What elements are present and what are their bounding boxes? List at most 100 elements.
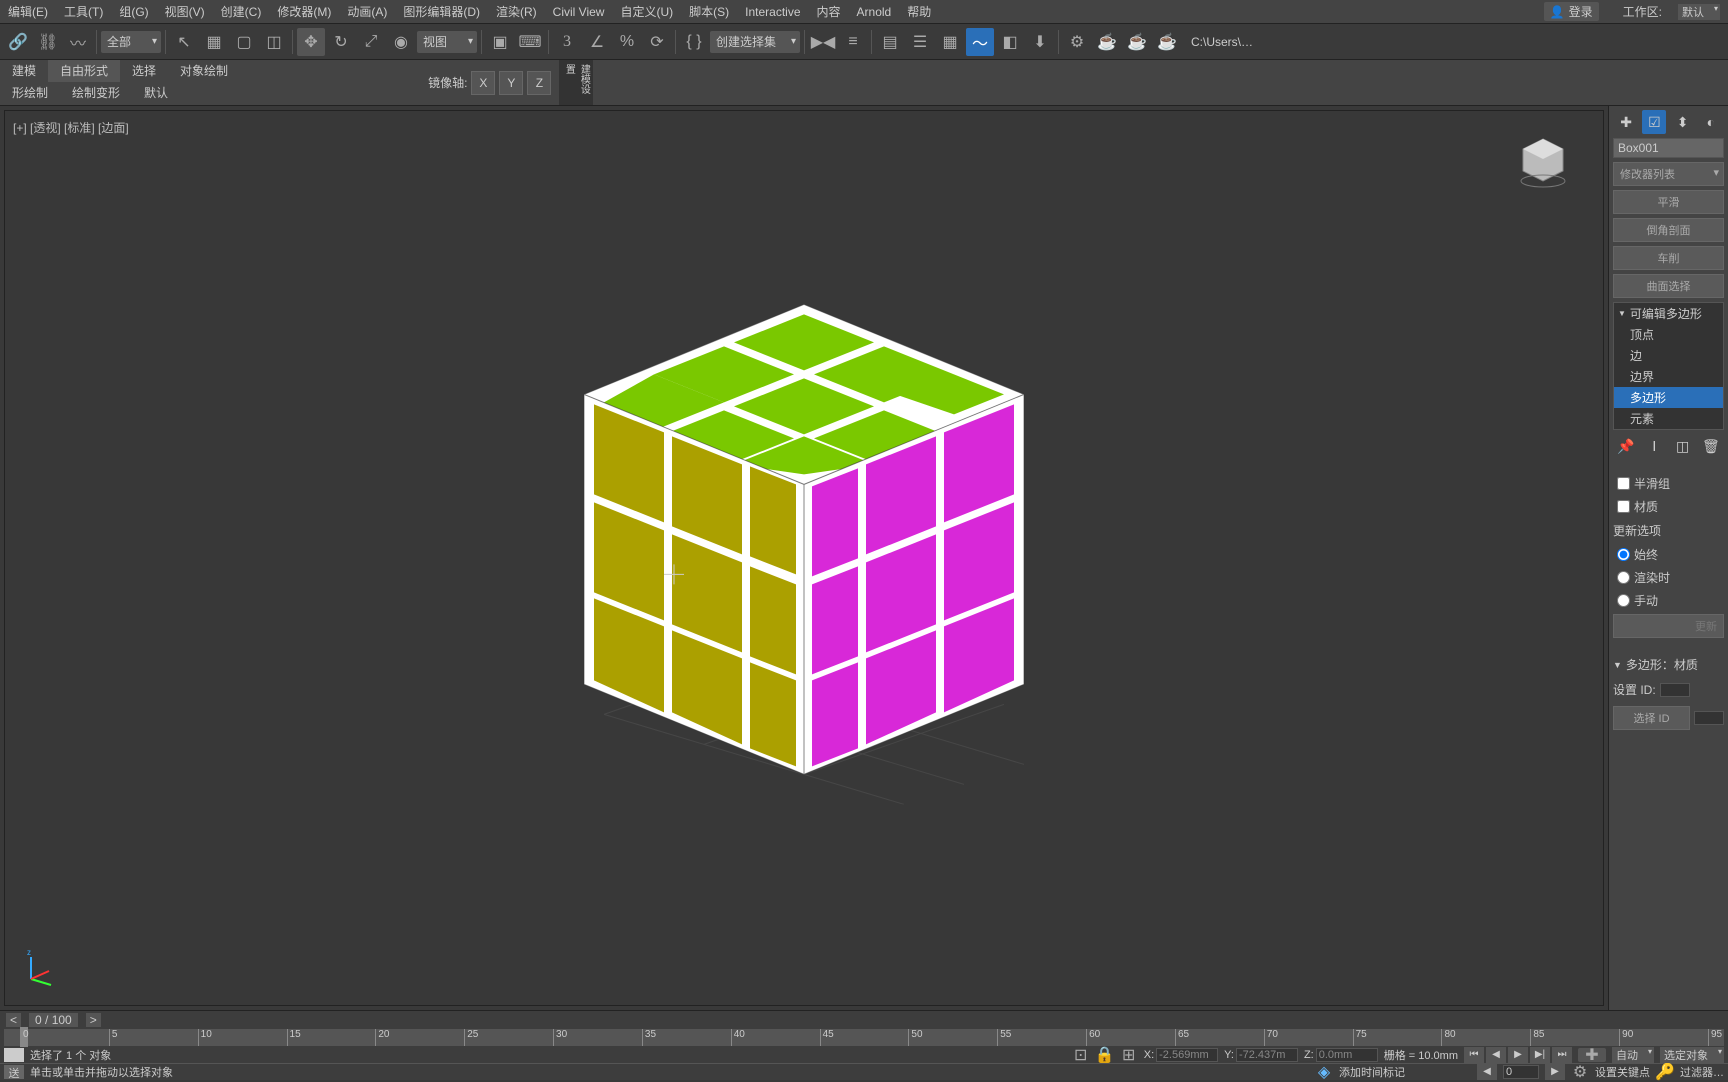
radio-always-input[interactable] bbox=[1617, 548, 1630, 561]
snaps-icon[interactable]: 3 bbox=[553, 28, 581, 56]
spinner-icon[interactable]: ⟳ bbox=[643, 28, 671, 56]
set-keys-button[interactable]: 设置关键点 bbox=[1595, 1064, 1650, 1080]
menu-interactive[interactable]: Interactive bbox=[745, 5, 800, 19]
subtab-paintdeform[interactable]: 绘制变形 bbox=[60, 82, 132, 104]
auto-key-button[interactable]: 自动 bbox=[1612, 1047, 1654, 1063]
editable-poly-item[interactable]: 可编辑多边形 bbox=[1614, 303, 1723, 324]
placement-icon[interactable]: ◉ bbox=[387, 28, 415, 56]
tab-select[interactable]: 选择 bbox=[120, 60, 168, 82]
subtab-shapedraw[interactable]: 形绘制 bbox=[0, 82, 60, 104]
key-mode-icon[interactable]: 🔑 bbox=[1656, 1065, 1674, 1079]
filter-dropdown[interactable]: 全部 bbox=[101, 31, 161, 53]
unlink-icon[interactable]: ⛓ bbox=[34, 28, 62, 56]
timeline-next[interactable]: > bbox=[86, 1013, 101, 1027]
filter-button[interactable]: 过滤器… bbox=[1680, 1064, 1724, 1080]
layer-explorer-icon[interactable]: ☰ bbox=[906, 28, 934, 56]
tab-freeform[interactable]: 自由形式 bbox=[48, 60, 120, 82]
viewport-label[interactable]: [+] [透视] [标准] [边面] bbox=[13, 119, 129, 136]
unique-icon[interactable]: ◫ bbox=[1671, 434, 1695, 458]
select-id-button[interactable]: 选择 ID bbox=[1613, 706, 1690, 730]
surface-select-button[interactable]: 曲面选择 bbox=[1613, 274, 1724, 298]
login-button[interactable]: 👤 登录 bbox=[1544, 2, 1599, 21]
move-icon[interactable]: ✥ bbox=[297, 28, 325, 56]
lock-icon[interactable]: 🔒 bbox=[1096, 1048, 1114, 1062]
render-frame-icon[interactable]: ☕ bbox=[1093, 28, 1121, 56]
remove-icon[interactable]: 🗑 bbox=[1699, 434, 1723, 458]
menu-content[interactable]: 内容 bbox=[817, 3, 841, 20]
object-name-input[interactable] bbox=[1613, 138, 1724, 158]
time-config-icon[interactable]: ⚙ bbox=[1571, 1065, 1589, 1079]
goto-end-icon[interactable]: ⏭ bbox=[1552, 1047, 1572, 1063]
radio-manual-input[interactable] bbox=[1617, 594, 1630, 607]
set-id-input[interactable] bbox=[1660, 683, 1690, 697]
modify-tab-icon[interactable]: ☑ bbox=[1642, 110, 1666, 134]
render-prod-icon[interactable]: ☕ bbox=[1153, 28, 1181, 56]
mirror-icon[interactable]: ▶◀ bbox=[809, 28, 837, 56]
time-tag-icon[interactable]: ◈ bbox=[1315, 1065, 1333, 1079]
render-icon[interactable]: ☕ bbox=[1123, 28, 1151, 56]
rotate-icon[interactable]: ↻ bbox=[327, 28, 355, 56]
update-button[interactable]: 更新 bbox=[1613, 614, 1724, 638]
current-frame-input[interactable] bbox=[1503, 1065, 1539, 1079]
axis-x-button[interactable]: X bbox=[471, 71, 495, 95]
radio-manual[interactable]: 手动 bbox=[1613, 591, 1724, 610]
ribbon-icon[interactable]: ▦ bbox=[936, 28, 964, 56]
menu-view[interactable]: 视图(V) bbox=[165, 3, 205, 20]
bind-icon[interactable]: 〰 bbox=[64, 28, 92, 56]
menu-group[interactable]: 组(G) bbox=[119, 3, 148, 20]
subobj-polygon[interactable]: 多边形 bbox=[1614, 387, 1723, 408]
smooth-group-check[interactable]: 半滑组 bbox=[1613, 474, 1724, 493]
layers-icon[interactable]: ▤ bbox=[876, 28, 904, 56]
prev-frame-icon[interactable]: ◀ bbox=[1486, 1047, 1506, 1063]
workspace-dropdown[interactable]: 默认 bbox=[1678, 4, 1720, 20]
next-frame-icon[interactable]: ▶| bbox=[1530, 1047, 1550, 1063]
bevel-profile-button[interactable]: 倒角剖面 bbox=[1613, 218, 1724, 242]
menu-help[interactable]: 帮助 bbox=[907, 3, 931, 20]
menu-render[interactable]: 渲染(R) bbox=[496, 3, 537, 20]
goto-start-icon[interactable]: ⏮ bbox=[1464, 1047, 1484, 1063]
curve-editor-icon[interactable]: 〜 bbox=[966, 28, 994, 56]
subtab-default[interactable]: 默认 bbox=[132, 82, 180, 104]
subobj-edge[interactable]: 边 bbox=[1614, 345, 1723, 366]
pin-icon[interactable]: 📌 bbox=[1614, 434, 1638, 458]
menu-anim[interactable]: 动画(A) bbox=[347, 3, 387, 20]
menu-custom[interactable]: 自定义(U) bbox=[620, 3, 673, 20]
x-input[interactable] bbox=[1156, 1048, 1218, 1062]
ref-dropdown[interactable]: 视图 bbox=[417, 31, 477, 53]
named-set-dropdown[interactable]: 创建选择集 bbox=[710, 31, 800, 53]
key-filter-dropdown[interactable]: 选定对象 bbox=[1660, 1047, 1724, 1063]
schematic-icon[interactable]: ◧ bbox=[996, 28, 1024, 56]
link-icon[interactable]: 🔗 bbox=[4, 28, 32, 56]
smooth-button[interactable]: 平滑 bbox=[1613, 190, 1724, 214]
align-icon[interactable]: ≡ bbox=[839, 28, 867, 56]
abs-rel-icon[interactable]: ⊞ bbox=[1120, 1048, 1138, 1062]
viewcube[interactable] bbox=[1513, 131, 1573, 191]
material-checkbox[interactable] bbox=[1617, 500, 1630, 513]
play-icon[interactable]: ▶ bbox=[1508, 1047, 1528, 1063]
radio-always[interactable]: 始终 bbox=[1613, 545, 1724, 564]
viewport[interactable]: [+] [透视] [标准] [边面] z bbox=[4, 110, 1604, 1006]
render-setup-icon[interactable]: ⚙ bbox=[1063, 28, 1091, 56]
select-name-icon[interactable]: ▦ bbox=[200, 28, 228, 56]
modifier-list-dropdown[interactable]: 修改器列表 ▾ bbox=[1613, 162, 1724, 186]
material-check[interactable]: 材质 bbox=[1613, 497, 1724, 516]
window-cross-icon[interactable]: ◫ bbox=[260, 28, 288, 56]
key-next-icon[interactable]: ▶ bbox=[1545, 1064, 1565, 1080]
z-input[interactable] bbox=[1316, 1048, 1378, 1062]
motion-tab-icon[interactable]: ◐ bbox=[1699, 110, 1723, 134]
subobj-vertex[interactable]: 顶点 bbox=[1614, 324, 1723, 345]
percent-snap-icon[interactable]: % bbox=[613, 28, 641, 56]
timeline-ruler[interactable]: 05101520253035404550556065707580859095 bbox=[4, 1029, 1724, 1047]
scale-icon[interactable]: ⤢ bbox=[357, 28, 385, 56]
nav-plus-icon[interactable]: ✚ bbox=[1578, 1048, 1606, 1062]
tab-objpaint[interactable]: 对象绘制 bbox=[168, 60, 240, 82]
rubiks-cube-model[interactable] bbox=[524, 244, 1084, 804]
menu-create[interactable]: 创建(C) bbox=[221, 3, 262, 20]
menu-modifier[interactable]: 修改器(M) bbox=[277, 3, 331, 20]
angle-snap-icon[interactable]: ∠ bbox=[583, 28, 611, 56]
lathe-button[interactable]: 车削 bbox=[1613, 246, 1724, 270]
menu-civil[interactable]: Civil View bbox=[553, 5, 605, 19]
subobj-border[interactable]: 边界 bbox=[1614, 366, 1723, 387]
create-tab-icon[interactable]: ✚ bbox=[1614, 110, 1638, 134]
lock-selection-icon[interactable]: ⊡ bbox=[1072, 1048, 1090, 1062]
